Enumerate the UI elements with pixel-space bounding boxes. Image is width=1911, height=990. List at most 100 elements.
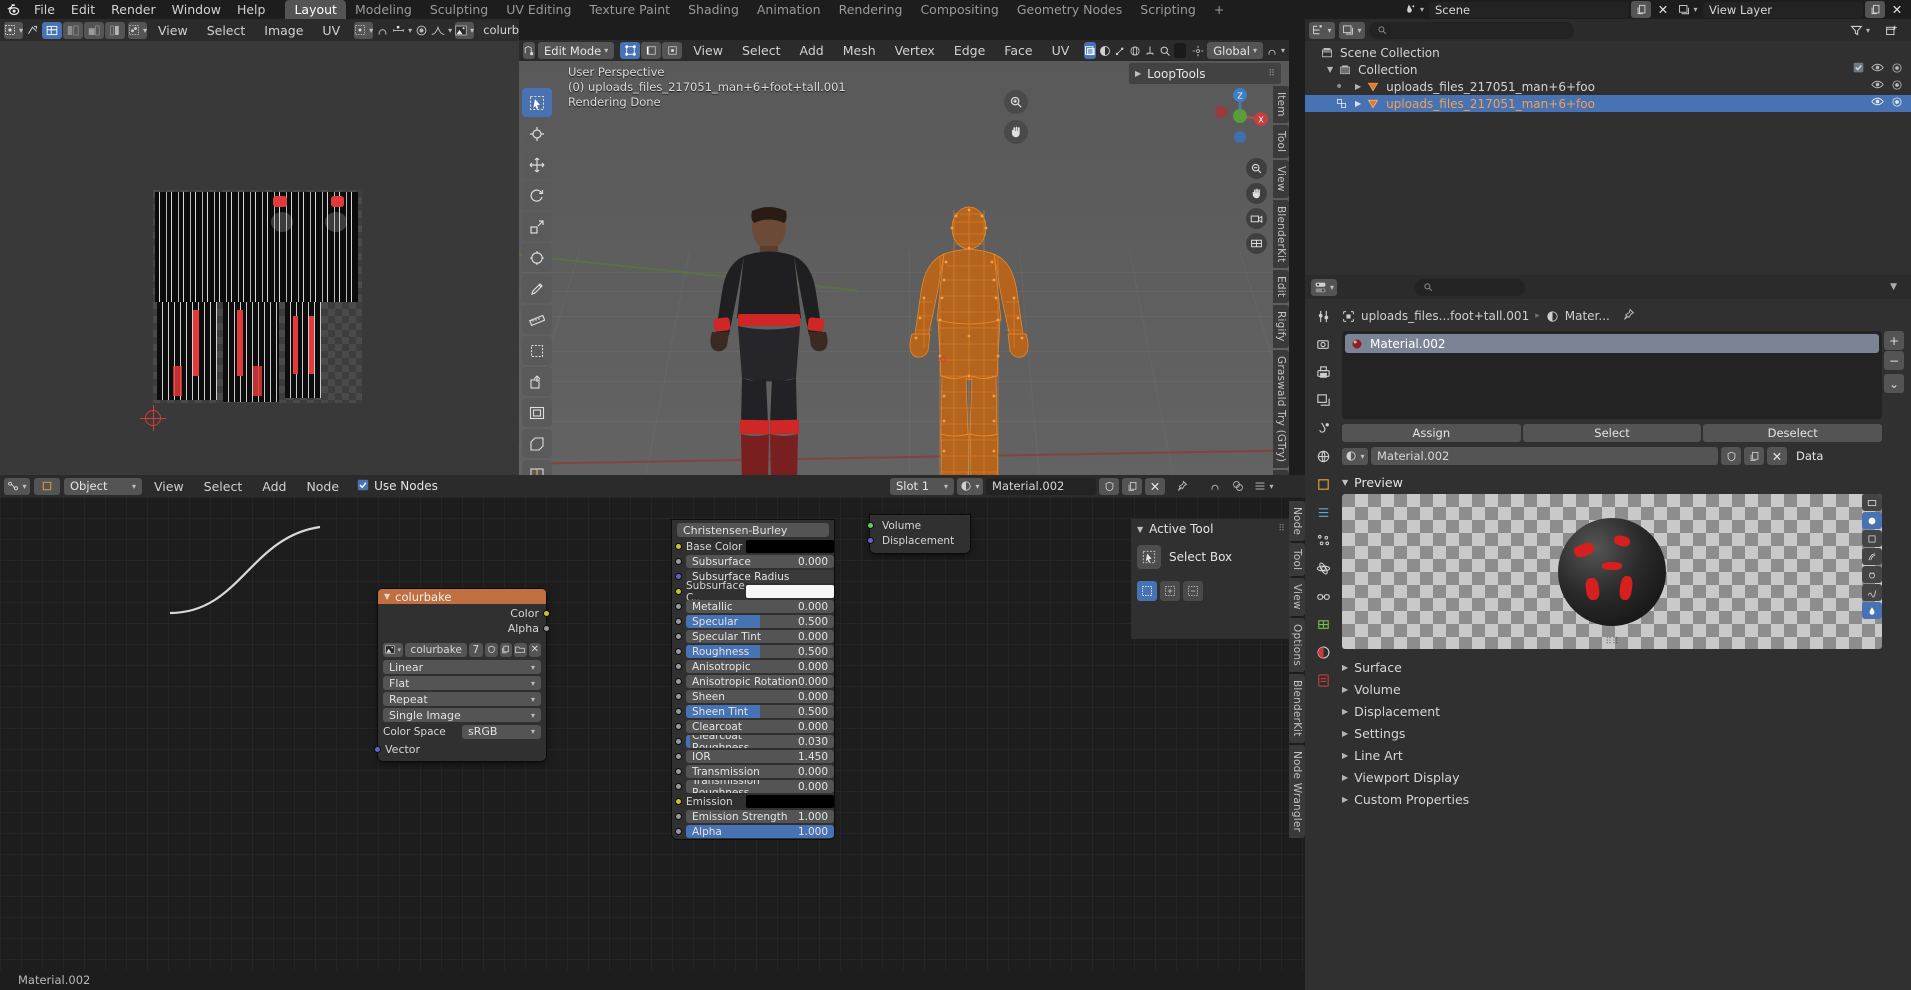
input-base-color[interactable]: Base Color <box>672 539 834 554</box>
socket-specular[interactable] <box>675 618 682 625</box>
shader-ball-icon[interactable] <box>1862 566 1882 583</box>
edge-select-icon[interactable] <box>641 42 662 59</box>
properties-tab-material[interactable] <box>1310 639 1336 665</box>
snap-magnet-toggle-icon[interactable]: ▾ <box>1266 42 1285 59</box>
projection-dropdown[interactable]: Flat ▾ <box>383 676 541 690</box>
xray-toggle-icon[interactable] <box>1084 42 1097 59</box>
shader-type-icon[interactable] <box>34 477 60 495</box>
cube-preview-icon[interactable] <box>1862 530 1882 547</box>
section-displacement[interactable]: ▶ Displacement <box>1342 701 1882 721</box>
menu-edit[interactable]: Edit <box>63 1 103 19</box>
specular-slider[interactable]: Specular 0.500 <box>686 615 834 628</box>
tool-rotate[interactable] <box>522 181 552 210</box>
uv-display-mask[interactable] <box>84 21 105 39</box>
unlink-material-icon[interactable]: ✕ <box>1145 477 1165 495</box>
sphere-preview-icon[interactable] <box>1862 512 1882 529</box>
base-color-swatch[interactable] <box>746 540 834 553</box>
uv-editor-type-icon[interactable]: ▾ <box>4 21 24 39</box>
triangle-down-icon[interactable]: ▼ <box>1327 65 1333 74</box>
input-specular[interactable]: Specular 0.500 <box>672 614 834 629</box>
uv-display-view[interactable] <box>42 21 63 39</box>
transform-orientation-dropdown[interactable]: Global ▾ <box>1207 42 1263 59</box>
shader-sidebar-tab-node[interactable]: Node <box>1289 501 1305 542</box>
transmission-slider[interactable]: Transmission 0.000 <box>686 765 834 778</box>
tool-scale[interactable] <box>522 212 552 241</box>
use-nodes-checkbox[interactable]: Use Nodes <box>357 479 438 494</box>
folder-open-icon[interactable] <box>514 642 527 657</box>
chevron-down-icon[interactable]: ▼ <box>1890 282 1905 292</box>
shader-sidebar-tab-node-wrangler[interactable]: Node Wrangler <box>1289 744 1305 838</box>
scene-name-field[interactable]: Scene <box>1429 1 1629 18</box>
select-set-icon[interactable] <box>1137 581 1157 601</box>
add-material-slot-button[interactable]: + <box>1884 331 1904 350</box>
material-slot-specials-button[interactable]: ⌄ <box>1884 374 1904 393</box>
eye-icon[interactable] <box>1871 96 1884 111</box>
workspace-tab-shading[interactable]: Shading <box>679 0 748 19</box>
proportional-edit-icon[interactable] <box>415 22 428 39</box>
emission-color-swatch[interactable] <box>746 795 834 808</box>
slot-dropdown[interactable]: Slot 1 ▾ <box>890 477 954 495</box>
sheen-tint-slider[interactable]: Sheen Tint 0.500 <box>686 705 834 718</box>
properties-tab-texture[interactable] <box>1310 667 1336 693</box>
clearcoat-slider[interactable]: Clearcoat 0.000 <box>686 720 834 733</box>
copy-material-icon[interactable] <box>1744 447 1764 465</box>
output-node-input-volume[interactable]: Volume <box>867 518 970 533</box>
properties-search-input[interactable] <box>1415 278 1525 296</box>
shader-sidebar-tab-blenderkit[interactable]: BlenderKit <box>1289 674 1305 743</box>
outliner-search-input[interactable] <box>1369 21 1574 39</box>
fake-user-icon[interactable] <box>1099 477 1119 495</box>
image-name-field[interactable]: colurbake <box>404 642 467 657</box>
scene-icon[interactable]: ▾ <box>1401 1 1427 18</box>
browse-material-icon[interactable]: ▾ <box>957 477 983 495</box>
workspace-tab-modeling[interactable]: Modeling <box>346 0 421 19</box>
fake-user-icon[interactable] <box>1721 447 1741 465</box>
magnet-icon[interactable] <box>1144 42 1156 59</box>
shader-material-name-field[interactable]: Material.002 <box>986 477 1096 495</box>
section-custom-properties[interactable]: ▶ Custom Properties <box>1342 789 1882 809</box>
properties-type-icon[interactable]: ▾ <box>1311 278 1337 296</box>
socket-subsurface-color[interactable] <box>675 588 682 595</box>
panel-drag-handle[interactable]: ⠿ <box>1278 524 1285 534</box>
tool-select-box[interactable] <box>522 88 552 117</box>
viewport-menu-mesh[interactable]: Mesh <box>835 42 884 60</box>
metallic-slider[interactable]: Metallic 0.000 <box>686 600 834 613</box>
vertex-select-icon[interactable] <box>620 42 641 59</box>
blender-logo-icon[interactable] <box>0 0 26 19</box>
preview-section-header[interactable]: ▼ Preview <box>1342 472 1882 492</box>
socket-color-output[interactable] <box>543 610 550 617</box>
viewport-mode-dropdown[interactable]: Edit Mode ▾ <box>538 42 615 59</box>
uv-menu-view[interactable]: View <box>150 21 196 39</box>
camera-icon[interactable] <box>1891 96 1903 111</box>
socket-sheen[interactable] <box>675 693 682 700</box>
workspace-tab-animation[interactable]: Animation <box>748 0 830 19</box>
uv-menu-select[interactable]: Select <box>199 21 254 39</box>
anisotropic-slider[interactable]: Anisotropic 0.000 <box>686 660 834 673</box>
image-texture-node-header[interactable]: ▼ colurbake <box>378 589 546 604</box>
extension-dropdown[interactable]: Repeat ▾ <box>383 692 541 706</box>
shader-editor-type-icon[interactable]: ▾ <box>4 477 30 495</box>
character-mesh-shaded[interactable] <box>674 206 864 475</box>
viewport-sidebar-tab-item[interactable]: Item <box>1273 86 1289 123</box>
workspace-tab-scripting[interactable]: Scripting <box>1131 0 1205 19</box>
input-anisotropic-rotation[interactable]: Anisotropic Rotation 0.000 <box>672 674 834 689</box>
flat-preview-icon[interactable] <box>1862 494 1882 511</box>
material-output-node[interactable]: Volume Displacement <box>867 515 970 553</box>
viewport-sidebar-tab-rigify[interactable]: Rigify <box>1273 305 1289 349</box>
copy-material-icon[interactable] <box>1122 477 1142 495</box>
socket-transmission-roughness[interactable] <box>675 783 682 790</box>
socket-displacement[interactable] <box>867 537 874 544</box>
unlink-image-icon[interactable]: ✕ <box>528 642 541 657</box>
input-ior[interactable]: IOR 1.450 <box>672 749 834 764</box>
shader-sidebar-tab-tool[interactable]: Tool <box>1289 543 1305 577</box>
menu-render[interactable]: Render <box>103 1 164 19</box>
input-sheen[interactable]: Sheen 0.000 <box>672 689 834 704</box>
alpha-slider[interactable]: Alpha 1.000 <box>686 825 834 838</box>
menu-help[interactable]: Help <box>229 1 274 19</box>
tool-cursor[interactable] <box>522 119 552 148</box>
properties-tab-view-layer[interactable] <box>1310 387 1336 413</box>
filter-funnel-icon[interactable]: ▾ <box>1847 22 1873 39</box>
breadcrumb-object-label[interactable]: uploads_files...foot+tall.001 <box>1361 309 1529 323</box>
zoom-in-icon[interactable] <box>1004 90 1028 114</box>
input-clearcoat-roughness[interactable]: Clearcoat Roughness 0.030 <box>672 734 834 749</box>
ior-slider[interactable]: IOR 1.450 <box>686 750 834 763</box>
